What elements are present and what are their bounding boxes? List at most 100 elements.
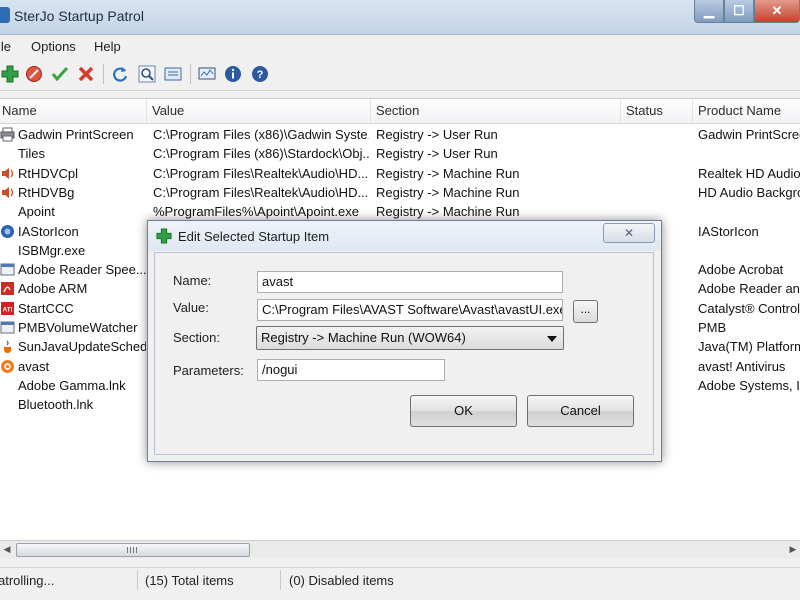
menu-file[interactable]: File bbox=[0, 39, 11, 54]
speaker-icon bbox=[0, 166, 15, 181]
name-label: Name: bbox=[173, 273, 212, 288]
row-product-name: IAStorIcon bbox=[698, 223, 759, 239]
table-row[interactable]: RtHDVBg C:\Program Files\Realtek\Audio\HD… bbox=[0, 183, 800, 202]
row-status bbox=[626, 183, 692, 202]
cancel-button[interactable]: Cancel bbox=[527, 395, 634, 427]
shield-icon bbox=[0, 224, 15, 239]
row-name: Apoint bbox=[18, 204, 55, 220]
row-product-name bbox=[698, 202, 800, 221]
column-product-name[interactable]: Product Name bbox=[696, 99, 800, 123]
column-status[interactable]: Status bbox=[624, 99, 693, 123]
blank-icon bbox=[0, 146, 15, 161]
row-product-name: Adobe Reader and bbox=[698, 281, 800, 297]
row-value: %ProgramFiles%\Apoint\Apoint.exe bbox=[153, 204, 359, 220]
main-window: SterJo Startup Patrol ▁ ☐ ✕ File Options… bbox=[0, 0, 800, 600]
status-total-items: (15) Total items bbox=[145, 573, 234, 588]
java-icon bbox=[0, 339, 15, 354]
row-section: Registry -> Machine Run bbox=[376, 184, 520, 200]
row-status bbox=[626, 125, 692, 144]
row-section: Registry -> Machine Run bbox=[376, 165, 520, 181]
row-name: Tiles bbox=[18, 146, 45, 162]
parameters-field[interactable]: /nogui bbox=[257, 359, 445, 381]
row-name: Adobe Reader Spee... bbox=[18, 262, 146, 278]
horizontal-scrollbar[interactable]: ◀ ▶ bbox=[0, 540, 800, 558]
scroll-right-icon[interactable]: ▶ bbox=[786, 543, 800, 556]
row-name: PMBVolumeWatcher bbox=[18, 320, 138, 335]
name-field[interactable]: avast bbox=[257, 271, 563, 293]
blank-icon bbox=[0, 204, 15, 219]
minimize-button[interactable]: ▁ bbox=[694, 0, 724, 23]
row-product-name: HD Audio Backgrou bbox=[698, 184, 800, 200]
row-value: C:\Program Files (x86)\Stardock\Obj... bbox=[153, 146, 369, 162]
doc-icon bbox=[0, 262, 15, 277]
column-value[interactable]: Value bbox=[150, 99, 371, 123]
row-product-name: PMB bbox=[698, 320, 727, 335]
app-icon bbox=[0, 7, 10, 23]
browse-button[interactable]: ... bbox=[573, 300, 598, 323]
row-name: StartCCC bbox=[18, 300, 74, 316]
doc-icon bbox=[0, 320, 15, 335]
row-section: Registry -> User Run bbox=[376, 146, 498, 162]
row-value: C:\Program Files\Realtek\Audio\HD... bbox=[153, 184, 369, 200]
row-product-name: Realtek HD Audio M bbox=[698, 165, 800, 181]
menu-help[interactable]: Help bbox=[94, 39, 121, 54]
column-section[interactable]: Section bbox=[374, 99, 621, 123]
row-product-name bbox=[698, 241, 800, 260]
help-icon[interactable]: ? bbox=[250, 64, 270, 84]
status-bar: atrolling... (15) Total items (0) Disabl… bbox=[0, 567, 800, 592]
value-label: Value: bbox=[173, 300, 209, 315]
row-section: Registry -> User Run bbox=[376, 127, 498, 142]
section-select[interactable]: Registry -> Machine Run (WOW64) bbox=[256, 326, 564, 350]
row-status bbox=[626, 144, 692, 163]
svg-text:?: ? bbox=[257, 69, 264, 81]
table-row[interactable]: RtHDVCpl C:\Program Files\Realtek\Audio\H… bbox=[0, 164, 800, 183]
delete-icon[interactable] bbox=[76, 64, 96, 84]
maximize-button[interactable]: ☐ bbox=[724, 0, 754, 23]
ok-button[interactable]: OK bbox=[410, 395, 517, 427]
chevron-down-icon bbox=[547, 336, 557, 342]
window-title: SterJo Startup Patrol bbox=[14, 8, 144, 24]
row-product-name: Gadwin PrintScreen bbox=[698, 127, 800, 142]
menu-bar: File Options Help bbox=[0, 36, 800, 58]
search-icon[interactable] bbox=[137, 64, 157, 84]
title-bar[interactable]: SterJo Startup Patrol ▁ ☐ ✕ bbox=[0, 0, 800, 35]
parameters-label: Parameters: bbox=[173, 363, 244, 378]
row-name: Adobe Gamma.lnk bbox=[18, 377, 126, 393]
disable-icon[interactable] bbox=[24, 64, 44, 84]
menu-options[interactable]: Options bbox=[31, 39, 76, 54]
section-label: Section: bbox=[173, 330, 220, 345]
row-product-name: Java(TM) Platform S bbox=[698, 339, 800, 355]
row-name: SunJavaUpdateSched bbox=[18, 339, 146, 355]
dialog-body: Name: avast Value: C:\Program Files\AVAS… bbox=[154, 252, 654, 455]
column-name[interactable]: Name bbox=[0, 99, 147, 123]
monitor-icon[interactable] bbox=[197, 64, 217, 84]
printer-icon bbox=[0, 127, 15, 142]
blank-icon bbox=[0, 243, 15, 258]
edit-startup-dialog: Edit Selected Startup Item ✕ Name: avast… bbox=[147, 220, 662, 462]
blank-icon bbox=[0, 397, 15, 412]
enable-icon[interactable] bbox=[50, 64, 70, 84]
add-icon[interactable] bbox=[0, 64, 20, 84]
row-name: Gadwin PrintScreen bbox=[18, 127, 134, 142]
info-icon[interactable] bbox=[223, 64, 243, 84]
table-row[interactable]: Tiles C:\Program Files (x86)\Stardock\Obj… bbox=[0, 144, 800, 163]
row-name: avast bbox=[18, 358, 50, 374]
dialog-close-button[interactable]: ✕ bbox=[603, 223, 655, 243]
status-message: atrolling... bbox=[0, 573, 55, 588]
row-section: Registry -> Machine Run bbox=[376, 204, 520, 220]
dialog-title-bar[interactable]: Edit Selected Startup Item ✕ bbox=[148, 221, 661, 251]
value-field[interactable]: C:\Program Files\AVAST Software\Avast\av… bbox=[257, 299, 563, 321]
avast-icon bbox=[0, 359, 15, 374]
row-product-name: Adobe Acrobat bbox=[698, 262, 784, 278]
add-icon bbox=[156, 228, 172, 244]
row-name: Adobe ARM bbox=[18, 281, 88, 297]
scroll-thumb[interactable] bbox=[16, 543, 250, 557]
export-icon[interactable] bbox=[163, 64, 183, 84]
status-disabled-items: (0) Disabled items bbox=[289, 573, 394, 588]
refresh-icon[interactable] bbox=[110, 64, 130, 84]
table-row[interactable]: Apoint %ProgramFiles%\Apoint\Apoint.exe Re… bbox=[0, 202, 800, 221]
scroll-left-icon[interactable]: ◀ bbox=[0, 543, 14, 556]
table-row[interactable]: Gadwin PrintScreen C:\Program Files (x86)… bbox=[0, 125, 800, 144]
close-button[interactable]: ✕ bbox=[754, 0, 800, 23]
row-name: RtHDVBg bbox=[18, 184, 75, 200]
